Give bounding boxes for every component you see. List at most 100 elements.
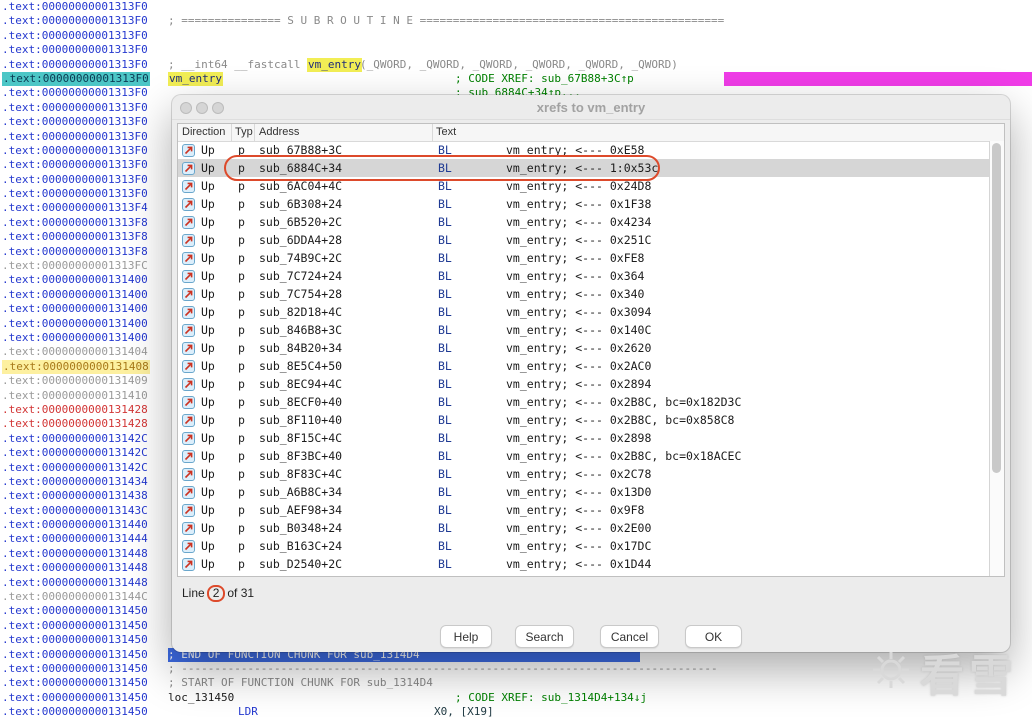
xref-row[interactable]: Up p sub_67B88+3C BL vm_entry; <--- 0xE58 [178, 141, 990, 159]
xref-up-icon [182, 467, 195, 481]
xref-row[interactable]: Up p sub_8E5C4+50 BL vm_entry; <--- 0x2AC0 [178, 357, 990, 375]
code-xref-comment: ; CODE XREF: sub_1314D4+134↓j [455, 690, 648, 704]
dialog-button-help[interactable]: Help [440, 625, 492, 648]
xref-address: sub_7C724+24 [259, 269, 343, 283]
xref-row[interactable]: Up p sub_B163C+24 BL vm_entry; <--- 0x17DC [178, 537, 990, 555]
address-label: .text:00000000001313F8 [2, 215, 148, 229]
disasm-line[interactable]: .text:00000000001313F0 ; =============== … [0, 14, 1032, 28]
xref-row[interactable]: Up p sub_7C754+28 BL vm_entry; <--- 0x340 [178, 285, 990, 303]
xref-address: sub_D2540+2C [259, 557, 343, 571]
xref-direction: Up [201, 143, 215, 157]
disasm-line[interactable]: .text:00000000001313F0 [0, 0, 1032, 14]
dialog-button-ok[interactable]: OK [685, 625, 742, 648]
xref-row[interactable]: Up p sub_A6B8C+34 BL vm_entry; <--- 0x13D0 [178, 483, 990, 501]
xref-up-icon [182, 251, 195, 265]
disasm-line[interactable]: .text:0000000000131450 LDR X0, [X19] [0, 705, 1032, 719]
address-label: .text:0000000000131400 [2, 273, 148, 287]
xref-type: p [238, 413, 245, 427]
xref-address: sub_82D18+4C [259, 305, 343, 319]
dialog-button-cancel[interactable]: Cancel [600, 625, 659, 648]
address-label: .text:0000000000131450 [2, 661, 148, 675]
xref-instruction: BL [438, 233, 452, 247]
xref-row[interactable]: Up p sub_B0348+24 BL vm_entry; <--- 0x2E00 [178, 519, 990, 537]
xref-direction: Up [201, 251, 215, 265]
column-header-address[interactable]: Address [259, 126, 299, 138]
column-header-text[interactable]: Text [436, 126, 456, 138]
xref-row[interactable]: Up p sub_6884C+34 BL vm_entry; <--- 1:0x53c [178, 159, 990, 177]
xref-direction: Up [201, 557, 215, 571]
disasm-line[interactable]: .text:0000000000131450 ; START OF FUNCTIO… [0, 676, 1032, 690]
dialog-titlebar[interactable]: xrefs to vm_entry [172, 95, 1010, 120]
xref-address: sub_846B8+3C [259, 323, 343, 337]
column-header-typ[interactable]: Typ [235, 126, 253, 138]
xref-row[interactable]: Up p sub_74B9C+2C BL vm_entry; <--- 0xFE8 [178, 249, 990, 267]
address-label: .text:000000000013143C [2, 503, 148, 517]
address-label: .text:00000000001313F0 [2, 86, 148, 100]
xref-text: vm_entry; <--- 0x251C [506, 233, 652, 247]
xref-row[interactable]: Up p sub_8EC94+4C BL vm_entry; <--- 0x2894 [178, 375, 990, 393]
dialog-button-search[interactable]: Search [515, 625, 574, 648]
xref-row[interactable]: Up p sub_6B308+24 BL vm_entry; <--- 0x1F38 [178, 195, 990, 213]
function-name: vm_entry [168, 71, 223, 87]
xref-up-icon [182, 323, 195, 337]
xref-address: sub_7C754+28 [259, 287, 343, 301]
xref-row[interactable]: Up p sub_6B520+2C BL vm_entry; <--- 0x4234 [178, 213, 990, 231]
address-label: .text:0000000000131450 [2, 690, 148, 704]
xrefs-table-body: Up p sub_67B88+3C BL vm_entry; <--- 0xE58 Up p… [178, 141, 990, 576]
address-label: .text:00000000001313F0 [2, 158, 148, 172]
disasm-line[interactable]: .text:00000000001313F0 ; __int64 __fastca… [0, 57, 1032, 72]
address-label: .text:0000000000131434 [2, 474, 148, 488]
xref-up-icon [182, 197, 195, 211]
xref-row[interactable]: Up p sub_AEF98+34 BL vm_entry; <--- 0x9F8 [178, 501, 990, 519]
vertical-scrollbar[interactable] [989, 141, 1004, 576]
xref-row[interactable]: Up p sub_84B20+34 BL vm_entry; <--- 0x2620 [178, 339, 990, 357]
column-header-direction[interactable]: Direction [182, 126, 225, 138]
xref-text: vm_entry; <--- 0x2B8C, bc=0x18ACEC [506, 449, 742, 463]
xref-direction: Up [201, 215, 215, 229]
xref-up-icon [182, 143, 195, 157]
disasm-line[interactable]: .text:00000000001313F0 [0, 29, 1032, 43]
xref-text: vm_entry; <--- 0x9F8 [506, 503, 645, 517]
instruction-mnemonic: LDR [238, 705, 258, 719]
xref-address: sub_8F83C+4C [259, 467, 343, 481]
xref-address: sub_67B88+3C [259, 143, 343, 157]
xref-type: p [238, 305, 245, 319]
xref-row[interactable]: Up p sub_82D18+4C BL vm_entry; <--- 0x3094 [178, 303, 990, 321]
prototype-comment: ; __int64 __fastcall [168, 57, 308, 71]
address-label: .text:00000000001313F0 [2, 187, 148, 201]
xref-instruction: BL [438, 395, 452, 409]
xref-text: vm_entry; <--- 0x2620 [506, 341, 652, 355]
disasm-line[interactable]: .text:0000000000131450 loc_131450 ; CODE X… [0, 691, 1032, 705]
address-label: .text:0000000000131444 [2, 532, 148, 546]
address-label: .text:0000000000131448 [2, 546, 148, 560]
subroutine-banner-comment: ; =============== S U B R O U T I N E ==… [168, 14, 725, 28]
disasm-line[interactable]: .text:00000000001313F0 vm_entry ; CODE XRE… [0, 71, 1032, 87]
disasm-line[interactable]: .text:0000000000131450 ; ----------------… [0, 662, 1032, 676]
xref-text: vm_entry; <--- 0x364 [506, 269, 645, 283]
xref-row[interactable]: Up p sub_D2540+2C BL vm_entry; <--- 0x1D44 [178, 555, 990, 573]
xref-address: sub_6DDA4+28 [259, 233, 343, 247]
xref-instruction: BL [438, 503, 452, 517]
xref-row[interactable]: Up p sub_8F110+40 BL vm_entry; <--- 0x2B8C, … [178, 411, 990, 429]
xref-row[interactable]: Up p sub_8F83C+4C BL vm_entry; <--- 0x2C78 [178, 465, 990, 483]
xref-row[interactable]: Up p sub_8ECF0+40 BL vm_entry; <--- 0x2B8C, … [178, 393, 990, 411]
address-label: .text:0000000000131440 [2, 518, 148, 532]
xref-address: sub_6B520+2C [259, 215, 343, 229]
xref-direction: Up [201, 467, 215, 481]
xref-instruction: BL [438, 431, 452, 445]
xref-row[interactable]: Up p sub_846B8+3C BL vm_entry; <--- 0x140C [178, 321, 990, 339]
disasm-line[interactable]: .text:00000000001313F0 [0, 43, 1032, 57]
address-label: .text:000000000013142C [2, 460, 148, 474]
xref-row[interactable]: Up p sub_8F15C+4C BL vm_entry; <--- 0x2898 [178, 429, 990, 447]
xref-direction: Up [201, 413, 215, 427]
xref-row[interactable]: Up p sub_6DDA4+28 BL vm_entry; <--- 0x251C [178, 231, 990, 249]
xref-up-icon [182, 485, 195, 499]
address-label: .text:00000000001313FC [2, 259, 148, 273]
scrollbar-thumb[interactable] [992, 143, 1001, 473]
address-label: .text:0000000000131408 [2, 359, 150, 375]
xref-row[interactable]: Up p sub_8F3BC+40 BL vm_entry; <--- 0x2B8C, … [178, 447, 990, 465]
address-label: .text:0000000000131450 [2, 604, 148, 618]
xref-row[interactable]: Up p sub_6AC04+4C BL vm_entry; <--- 0x24D8 [178, 177, 990, 195]
xref-row[interactable]: Up p sub_7C724+24 BL vm_entry; <--- 0x364 [178, 267, 990, 285]
xref-up-icon [182, 539, 195, 553]
